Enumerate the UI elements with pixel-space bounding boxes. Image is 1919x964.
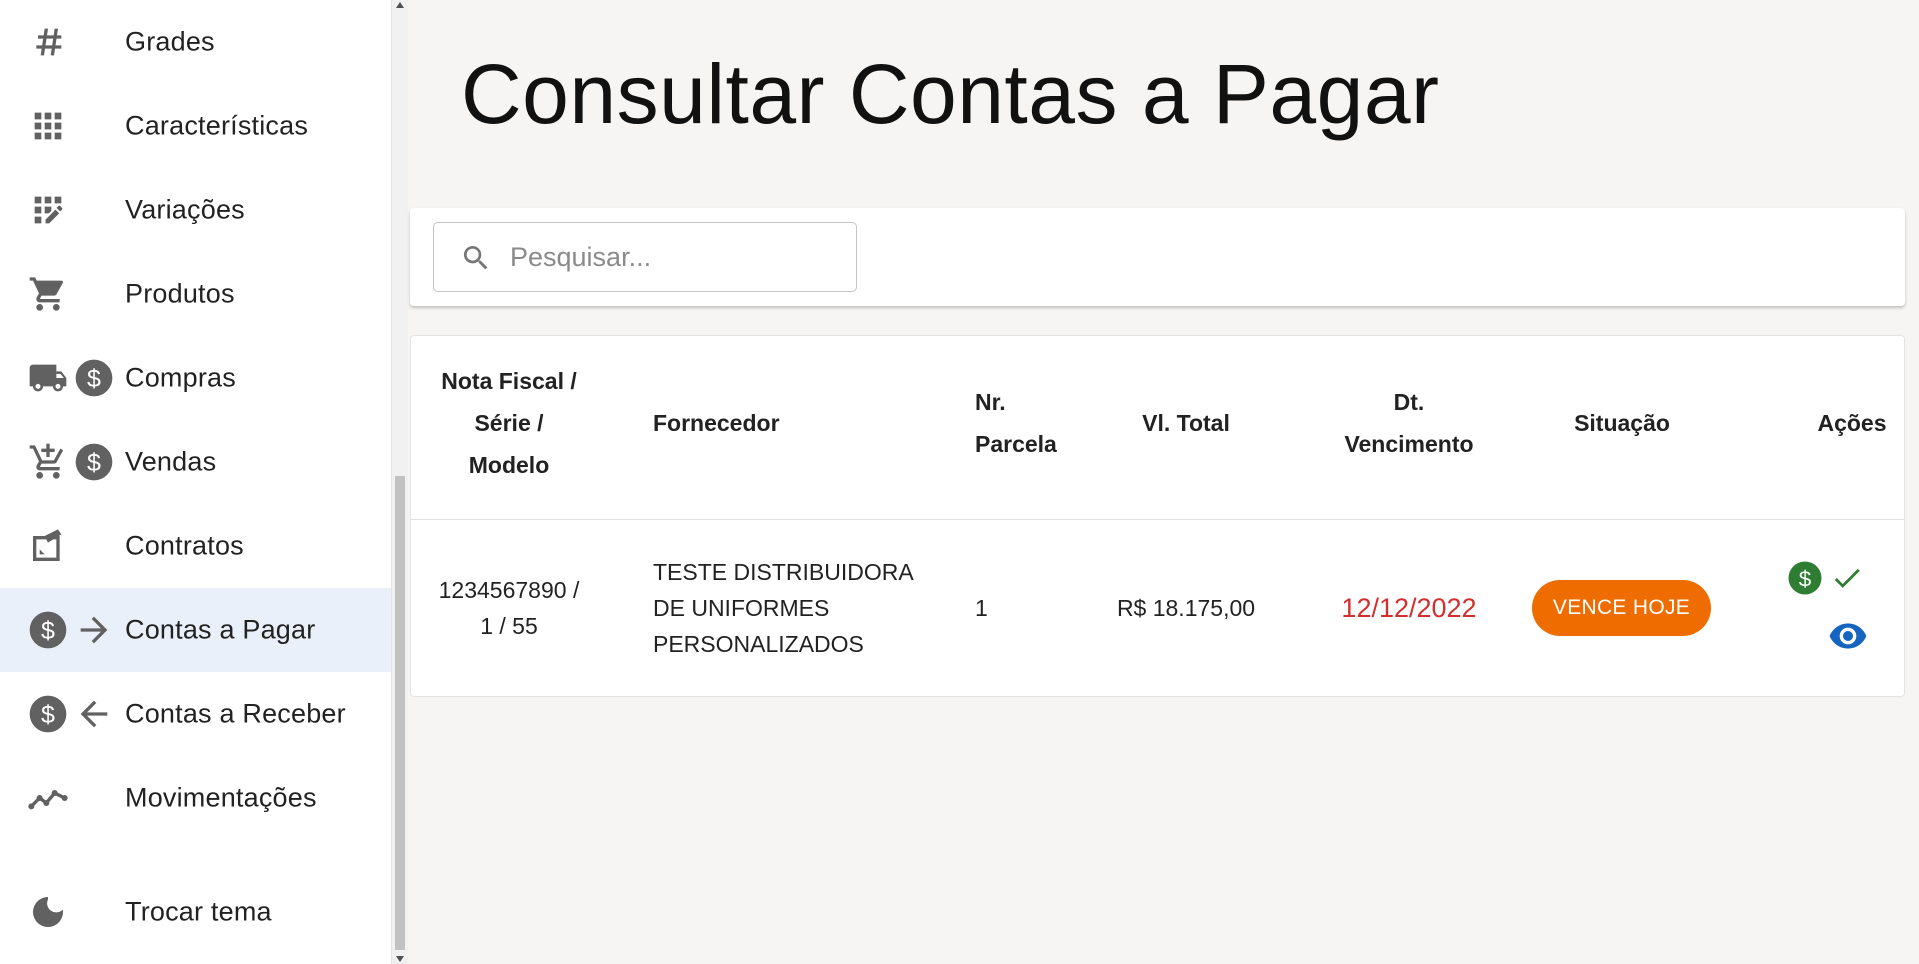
sidebar-item-label: Contratos (125, 530, 244, 561)
grid-edit-icon (28, 190, 68, 230)
svg-text:$: $ (1799, 566, 1812, 591)
sidebar-item-produtos[interactable]: Produtos (0, 252, 391, 336)
sidebar-item-compras[interactable]: $ Compras (0, 336, 391, 420)
truck-dollar-icon: $ (28, 358, 114, 398)
grid-icon (28, 106, 68, 146)
cell-nota-fiscal: 1234567890 / 1 / 55 (421, 572, 597, 644)
cell-line: DE UNIFORMES (653, 595, 830, 621)
cell-line: 1234567890 / (438, 577, 580, 603)
sidebar-item-label: Vendas (125, 446, 217, 477)
header-parcela[interactable]: Nr. Parcela (975, 381, 1057, 465)
sidebar-item-caracteristicas[interactable]: Características (0, 84, 391, 168)
confirm-payment-button[interactable] (1827, 558, 1867, 598)
sidebar: Grades Características Variações Produto… (0, 0, 391, 964)
header-situacao[interactable]: Situação (1547, 402, 1697, 444)
search-card (410, 208, 1905, 306)
theme-toggle[interactable]: Trocar tema (0, 870, 391, 954)
sidebar-item-label: Contas a Receber (125, 698, 346, 729)
header-line: Parcela (975, 431, 1057, 457)
sidebar-item-contas-a-receber[interactable]: $ Contas a Receber (0, 672, 391, 756)
trend-line-icon (28, 778, 68, 818)
cell-parcela: 1 (975, 595, 988, 621)
dollar-icon: $ (1788, 561, 1822, 595)
sidebar-item-variacoes[interactable]: Variações (0, 168, 391, 252)
search-icon (460, 242, 492, 279)
pay-button[interactable]: $ (1785, 558, 1825, 598)
sidebar-scrollbar[interactable] (391, 0, 408, 964)
sidebar-item-label: Características (125, 110, 309, 141)
page-title: Consultar Contas a Pagar (461, 47, 1440, 141)
scroll-thumb[interactable] (395, 476, 405, 950)
dollar-arrow-left-icon: $ (28, 694, 114, 734)
sidebar-item-label: Variações (125, 194, 245, 225)
svg-text:$: $ (87, 449, 101, 477)
status-badge: VENCE HOJE (1532, 580, 1711, 636)
sidebar-item-contratos[interactable]: Contratos (0, 504, 391, 588)
search-box[interactable] (433, 222, 857, 292)
cell-valor-total: R$ 18.175,00 (1116, 595, 1256, 621)
scroll-up-arrow[interactable] (396, 2, 404, 8)
sidebar-item-contas-a-pagar[interactable]: $ Contas a Pagar (0, 588, 391, 672)
cell-line: TESTE DISTRIBUIDORA (653, 559, 914, 585)
theme-toggle-label: Trocar tema (125, 896, 272, 927)
cell-line: PERSONALIZADOS (653, 631, 864, 657)
contract-icon (28, 526, 68, 566)
svg-text:$: $ (41, 617, 55, 645)
eye-icon (1829, 623, 1867, 649)
moon-icon (28, 892, 68, 932)
cart-icon (28, 274, 68, 314)
header-fornecedor[interactable]: Fornecedor (653, 402, 780, 444)
sidebar-item-grades[interactable]: Grades (0, 0, 391, 84)
header-line: Nota Fiscal / (441, 368, 577, 394)
check-icon (1834, 568, 1860, 588)
sidebar-item-vendas[interactable]: $ Vendas (0, 420, 391, 504)
sidebar-item-label: Grades (125, 26, 215, 57)
cart-plus-dollar-icon: $ (28, 442, 114, 482)
header-divider (411, 519, 1904, 520)
svg-text:$: $ (41, 701, 55, 729)
sidebar-item-label: Movimentações (125, 782, 317, 813)
cell-fornecedor: TESTE DISTRIBUIDORA DE UNIFORMES PERSONA… (653, 554, 914, 662)
header-line: Modelo (468, 452, 550, 478)
dollar-arrow-right-icon: $ (28, 610, 114, 650)
search-input[interactable] (510, 235, 840, 279)
hash-icon (28, 22, 68, 62)
header-valor-total[interactable]: Vl. Total (1111, 402, 1261, 444)
cell-vencimento: 12/12/2022 (1341, 593, 1477, 623)
header-line: Nr. (975, 389, 1006, 415)
sidebar-item-label: Contas a Pagar (125, 614, 316, 645)
header-line: Série / (474, 410, 544, 436)
header-nota-fiscal[interactable]: Nota Fiscal / Série / Modelo (421, 360, 597, 486)
accounts-payable-table: Nota Fiscal / Série / Modelo Fornecedor … (410, 335, 1905, 697)
sidebar-item-label: Compras (125, 362, 236, 393)
header-acoes: Ações (1817, 410, 1887, 436)
svg-text:$: $ (87, 365, 101, 393)
sidebar-item-movimentacoes[interactable]: Movimentações (0, 756, 391, 840)
scroll-down-arrow[interactable] (396, 956, 404, 962)
cell-line: 1 / 55 (480, 613, 538, 639)
header-line: Vencimento (1344, 431, 1474, 457)
header-line: Dt. (1393, 389, 1425, 415)
header-vencimento[interactable]: Dt. Vencimento (1319, 381, 1499, 465)
sidebar-item-label: Produtos (125, 278, 235, 309)
view-button[interactable] (1827, 618, 1869, 654)
